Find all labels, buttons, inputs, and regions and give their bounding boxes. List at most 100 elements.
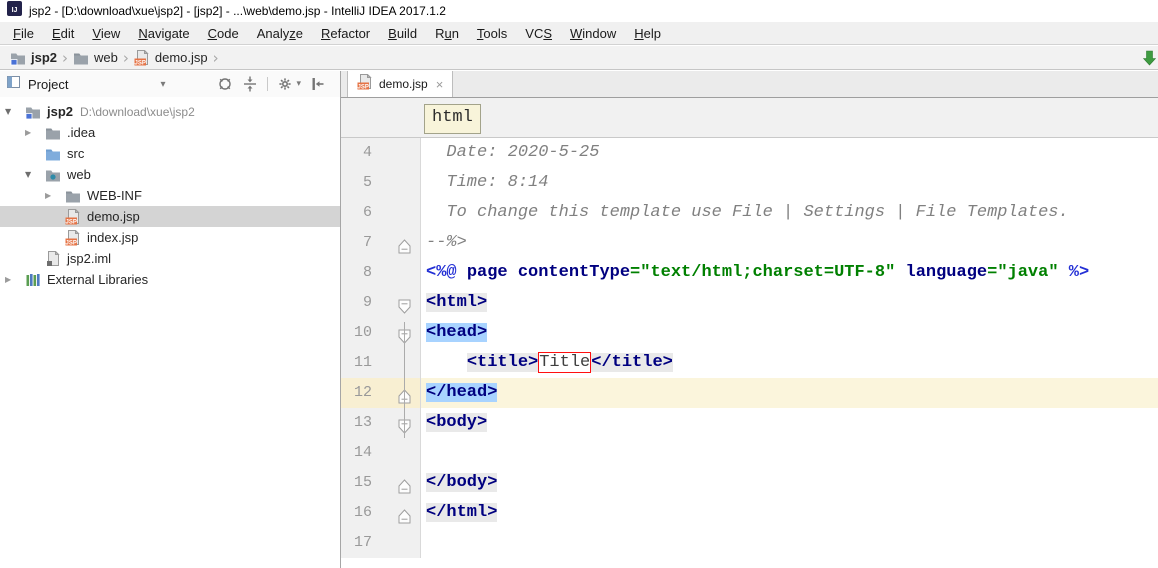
code-line-17[interactable]: 17 <box>341 528 1158 558</box>
fold-down-icon[interactable] <box>398 296 411 311</box>
code-line-15[interactable]: 15 </body> <box>341 468 1158 498</box>
tree-item-label: jsp2 <box>47 104 73 119</box>
tree-item-demo-jsp[interactable]: JSPdemo.jsp <box>0 206 340 227</box>
locate-target-icon[interactable] <box>217 76 233 92</box>
editor-tab-bar: JSP demo.jsp × <box>341 71 1158 98</box>
collapsed-arrow-icon[interactable]: ▶ <box>45 191 65 200</box>
project-tool-window: Project ▾ ▾ ▼jsp2D:\download\xue\jsp2▶.i… <box>0 71 341 568</box>
code-line-10[interactable]: 10 <head> <box>341 318 1158 348</box>
collapsed-arrow-icon[interactable]: ▶ <box>25 128 45 137</box>
expanded-arrow-icon[interactable]: ▼ <box>5 107 25 116</box>
close-icon[interactable]: × <box>436 77 444 92</box>
code-token-tag-gray: <html> <box>426 293 487 312</box>
code-line-16[interactable]: 16</html> <box>341 498 1158 528</box>
code-text: --%> <box>421 228 467 258</box>
line-number: 5 <box>363 174 372 191</box>
window-title: jsp2 - [D:\download\xue\jsp2] - [jsp2] -… <box>29 4 446 18</box>
code-line-6[interactable]: 6 To change this template use File | Set… <box>341 198 1158 228</box>
collapse-all-icon[interactable] <box>242 76 258 92</box>
tree-item-label: .idea <box>67 125 95 140</box>
code-text: Date: 2020-5-25 <box>421 138 599 168</box>
breadcrumb: jsp2›web›JSPdemo.jsp› <box>10 49 224 67</box>
collapsed-arrow-icon[interactable]: ▶ <box>5 275 25 284</box>
svg-text:JSP: JSP <box>66 240 77 246</box>
tree-item-label: jsp2.iml <box>67 251 111 266</box>
menu-item-refactor[interactable]: Refactor <box>312 22 379 45</box>
menu-item-tools[interactable]: Tools <box>468 22 516 45</box>
project-views-caret-icon[interactable]: ▾ <box>160 79 165 90</box>
menu-item-run[interactable]: Run <box>426 22 468 45</box>
code-line-5[interactable]: 5 Time: 8:14 <box>341 168 1158 198</box>
fold-up-icon[interactable] <box>398 476 411 491</box>
jsp-file-icon: JSP <box>357 74 373 95</box>
tree-item-label: External Libraries <box>47 272 148 287</box>
tree-item-idea[interactable]: ▶ .idea <box>0 122 340 143</box>
code-token-attr: contentType <box>518 263 630 282</box>
breadcrumb-item-demo-jsp[interactable]: JSPdemo.jsp <box>134 50 208 66</box>
code-token-tag-gray: <body> <box>426 413 487 432</box>
breadcrumb-item-jsp2[interactable]: jsp2 <box>10 50 57 66</box>
code-token-delim: <%@ <box>426 263 467 282</box>
tree-item-web[interactable]: ▼ web <box>0 164 340 185</box>
menu-item-window[interactable]: Window <box>561 22 625 45</box>
code-line-4[interactable]: 4 Date: 2020-5-25 <box>341 138 1158 168</box>
menu-item-edit[interactable]: Edit <box>43 22 83 45</box>
code-text <box>421 528 426 558</box>
green-down-arrow-icon[interactable] <box>1143 50 1156 71</box>
line-number: 7 <box>363 234 372 251</box>
menu-item-view[interactable]: View <box>83 22 129 45</box>
breadcrumb-label: jsp2 <box>31 50 57 65</box>
breadcrumb-item-web[interactable]: web <box>73 50 118 66</box>
code-line-11[interactable]: 11 <title>Title</title> <box>341 348 1158 378</box>
code-line-13[interactable]: 13 <body> <box>341 408 1158 438</box>
toolbar-separator <box>267 77 268 91</box>
tree-item-index-jsp[interactable]: JSPindex.jsp <box>0 227 340 248</box>
project-view-icon <box>6 74 22 95</box>
settings-gear-icon[interactable] <box>277 76 293 92</box>
tree-item-src[interactable]: src <box>0 143 340 164</box>
project-panel-title: Project <box>28 77 68 92</box>
menu-item-file[interactable]: File <box>4 22 43 45</box>
code-token-plain <box>426 353 467 372</box>
svg-text:JSP: JSP <box>358 84 369 90</box>
menu-item-analyze[interactable]: Analyze <box>248 22 312 45</box>
code-token-comment: --%> <box>426 233 467 252</box>
tab-label: demo.jsp <box>379 77 428 91</box>
line-number: 10 <box>354 324 372 341</box>
code-line-9[interactable]: 9<html> <box>341 288 1158 318</box>
line-number: 15 <box>354 474 372 491</box>
line-number: 8 <box>363 264 372 281</box>
menu-item-code[interactable]: Code <box>199 22 248 45</box>
code-token-plain <box>508 263 518 282</box>
chevron-right-icon: › <box>62 49 68 67</box>
folder-src-icon <box>45 146 61 162</box>
code-viewport[interactable]: 4 Date: 2020-5-255 Time: 8:146 To change… <box>341 138 1158 558</box>
menu-item-vcs[interactable]: VCS <box>516 22 561 45</box>
code-token-comment: Date: 2020-5-25 <box>426 143 599 162</box>
tab-demo-jsp[interactable]: JSP demo.jsp × <box>347 71 453 97</box>
line-number: 13 <box>354 414 372 431</box>
menu-item-help[interactable]: Help <box>625 22 670 45</box>
code-line-7[interactable]: 7 --%> <box>341 228 1158 258</box>
code-token-comment: Time: 8:14 <box>426 173 548 192</box>
code-text: </body> <box>421 468 497 498</box>
code-line-8[interactable]: 8<%@ page contentType="text/html;charset… <box>341 258 1158 288</box>
gutter-line-12: 12 <box>341 378 421 408</box>
menu-item-build[interactable]: Build <box>379 22 426 45</box>
fold-up-icon[interactable] <box>398 236 411 251</box>
hide-panel-icon[interactable] <box>310 76 326 92</box>
editor-area: JSP demo.jsp × html 4 Date: 2020-5-255 T… <box>341 71 1158 568</box>
code-line-14[interactable]: 14 <box>341 438 1158 468</box>
tree-item-jsp2-iml[interactable]: jsp2.iml <box>0 248 340 269</box>
tree-item-web-inf[interactable]: ▶WEB-INF <box>0 185 340 206</box>
code-text: <head> <box>421 318 487 348</box>
fold-up-icon[interactable] <box>398 506 411 521</box>
menu-item-navigate[interactable]: Navigate <box>129 22 198 45</box>
expanded-arrow-icon[interactable]: ▼ <box>25 170 45 179</box>
code-line-12[interactable]: 12</head> <box>341 378 1158 408</box>
line-number: 16 <box>354 504 372 521</box>
gutter-line-11: 11 <box>341 348 421 378</box>
tree-item-external-libraries[interactable]: ▶ External Libraries <box>0 269 340 290</box>
tree-item-jsp2[interactable]: ▼jsp2D:\download\xue\jsp2 <box>0 101 340 122</box>
tree-item-label: web <box>67 167 91 182</box>
